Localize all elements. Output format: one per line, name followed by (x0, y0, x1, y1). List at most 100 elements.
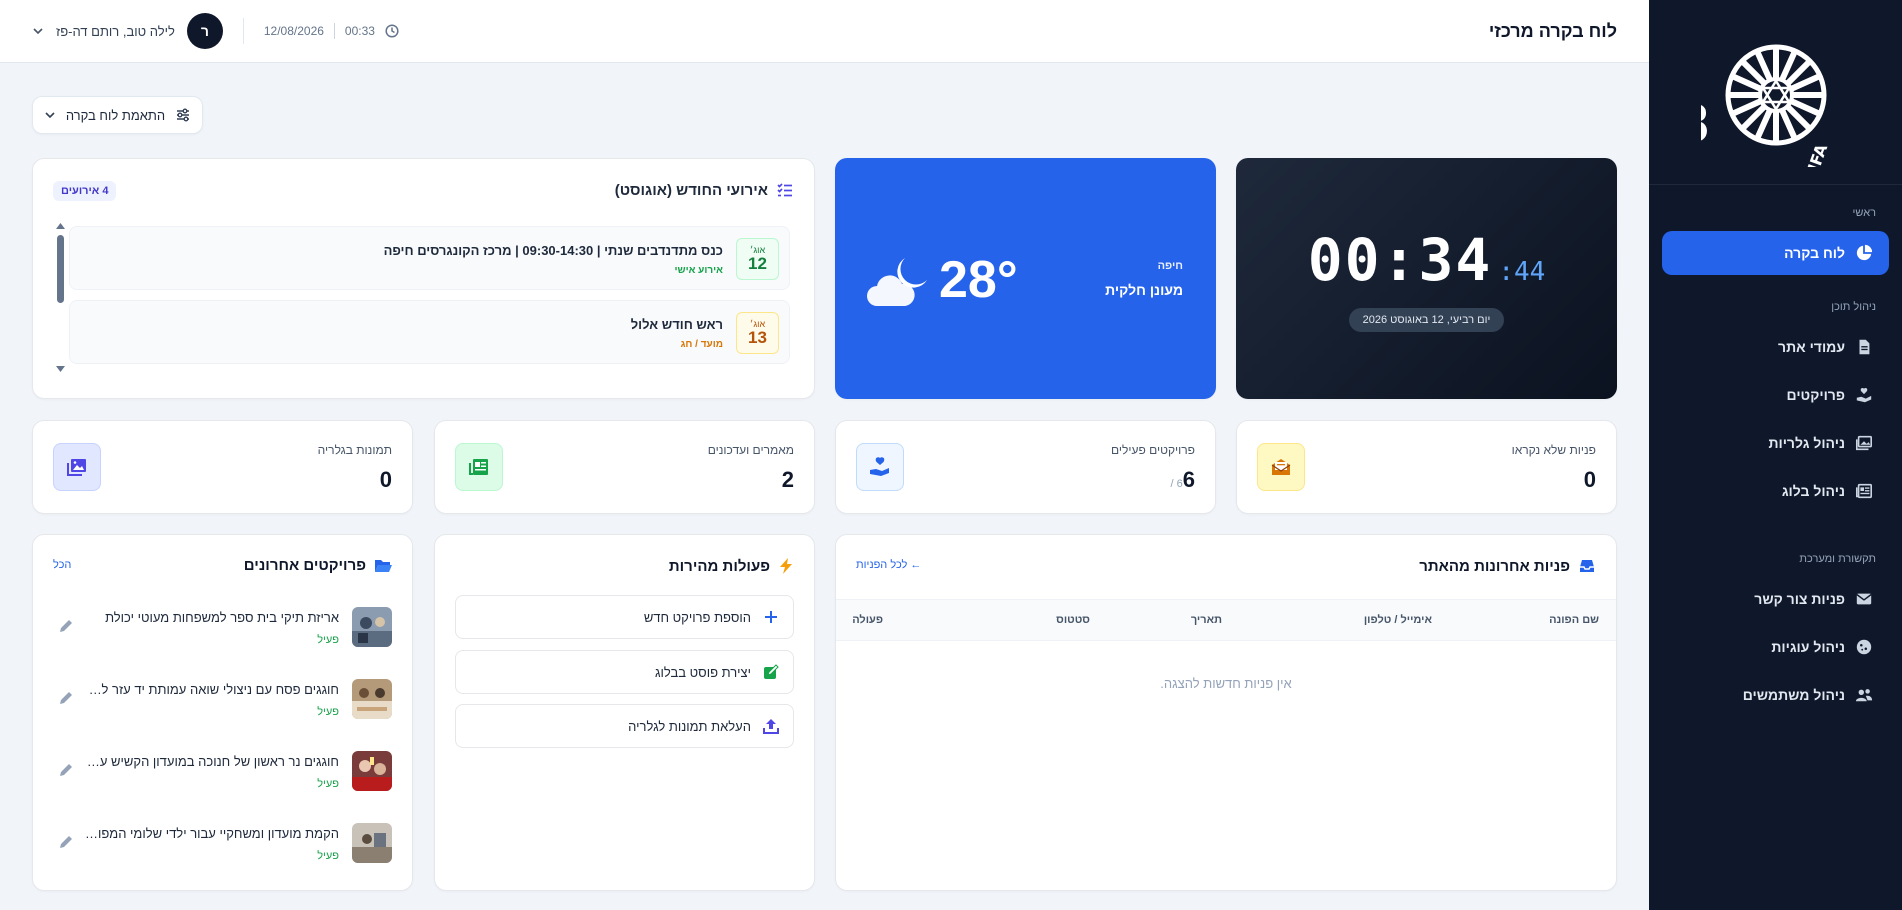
sidebar-item-blog[interactable]: ניהול בלוג (1662, 469, 1889, 513)
quick-action-label: העלאת תמונות לגלריה (628, 718, 751, 734)
stat-label: תמונות בגלריה (317, 443, 392, 457)
sidebar-item-cookies[interactable]: ניהול עוגיות (1662, 625, 1889, 669)
event-item[interactable]: אוג׳ 13 ראש חודש אלול מועד / חג (69, 300, 790, 364)
stat-value: 0 (379, 467, 392, 492)
stat-unread-messages[interactable]: פניות שלא נקראו 0 (1236, 420, 1617, 514)
stat-articles[interactable]: מאמרים ועדכונים 2 (434, 420, 815, 514)
clock-widget: 00:34 :44 יום רביעי, 12 באוגוסט 2026 (1236, 158, 1617, 399)
event-date-badge: אוג׳ 12 (736, 238, 779, 280)
avatar[interactable]: ר (186, 13, 223, 49)
quick-action-label: יצירת פוסט בבלוג (655, 664, 751, 680)
stat-active-projects[interactable]: פרויקטים פעילים / 66 (835, 420, 1216, 514)
project-thumbnail (352, 751, 392, 791)
stat-icon-box (455, 443, 503, 491)
event-date-badge: אוג׳ 13 (736, 312, 779, 354)
sidebar-section-system: תקשורת ומערכת (1799, 553, 1876, 565)
edit-pencil-icon[interactable] (57, 833, 75, 851)
column-header: תאריך (1190, 614, 1222, 626)
project-item[interactable]: חוגגים נר ראשון של חנוכה במועדון הקשיש ע… (53, 743, 392, 799)
folder-open-icon (375, 559, 392, 572)
create-blog-post-button[interactable]: יצירת פוסט בבלוג (455, 650, 794, 694)
events-scrollbar[interactable] (56, 223, 65, 373)
project-item[interactable]: חוגגים פסח עם ניצולי שואה עמותת יד עזר ל… (53, 671, 392, 727)
project-title: חוגגים פסח עם ניצולי שואה עמותת יד עזר ל… (84, 682, 339, 697)
event-title: כנס מתדנדבים שנתי | 09:30-14:30 | מרכז ה… (383, 243, 723, 258)
project-status: פעיל (317, 706, 339, 718)
project-thumbnail (352, 607, 392, 647)
logo[interactable]: 3 HAIFA (1649, 0, 1902, 185)
clock-icon (385, 24, 399, 38)
weather-widget: חיפה מעונן חלקית 28° (835, 158, 1216, 399)
sidebar-item-galleries[interactable]: ניהול גלריות (1662, 421, 1889, 465)
svg-text:HAIFA: HAIFA (1795, 141, 1831, 167)
users-icon (1855, 689, 1873, 702)
round-table-logo: 3 HAIFA (1701, 44, 1831, 167)
user-menu[interactable]: לילה טוב, רותם דה-פז ר (32, 13, 223, 49)
add-project-button[interactable]: הוספת פרויקט חדש (455, 595, 794, 639)
scroll-down-icon[interactable] (56, 366, 65, 373)
inbox-icon (1580, 560, 1594, 572)
project-title: אריזת תיקי בית ספר למשפחות מעוטי יכולת (105, 610, 339, 625)
project-status: פעיל (317, 778, 339, 790)
events-count-badge: 4 אירועים (53, 181, 117, 201)
sidebar-item-label: פניות צור קשר (1754, 591, 1845, 607)
event-day: 13 (748, 328, 767, 347)
sidebar-item-label: פרויקטים (1786, 387, 1845, 403)
stat-gallery-images[interactable]: תמונות בגלריה 0 (32, 420, 413, 514)
stat-value: 6 (1182, 467, 1195, 492)
big-clock: 00:34 :44 (1308, 226, 1546, 294)
messages-table-header: שם הפונה אימייל / טלפון תאריך סטטוס פעול… (836, 599, 1616, 641)
stat-label: פניות שלא נקראו (1511, 443, 1596, 457)
cookie-icon (1856, 639, 1872, 655)
scroll-up-icon[interactable] (56, 223, 65, 230)
upload-images-button[interactable]: העלאת תמונות לגלריה (455, 704, 794, 748)
all-projects-link[interactable]: הכל (53, 559, 71, 571)
sidebar-item-label: לוח בקרה (1784, 245, 1845, 261)
weather-temp: 28° (939, 251, 1018, 309)
projects-header: פרויקטים אחרונים (244, 557, 392, 574)
column-header: אימייל / טלפון (1363, 614, 1432, 626)
quick-actions-header: פעולות מהירות (669, 557, 794, 575)
project-thumbnail (352, 679, 392, 719)
divider (242, 18, 244, 44)
upload-icon (763, 719, 779, 734)
stat-icon-box (1257, 443, 1305, 491)
stat-icon-box (53, 443, 101, 491)
images-icon (67, 459, 86, 476)
project-thumbnail (352, 823, 392, 863)
lightning-icon (780, 558, 792, 574)
edit-pencil-icon[interactable] (57, 689, 75, 707)
sliders-icon (177, 108, 190, 122)
sidebar-item-dashboard[interactable]: לוח בקרה (1662, 231, 1889, 275)
event-item[interactable]: אוג׳ 12 כנס מתדנדבים שנתי | 09:30-14:30 … (69, 226, 790, 290)
sidebar-item-users[interactable]: ניהול משתמשים (1662, 673, 1889, 717)
scrollbar-thumb[interactable] (57, 235, 64, 303)
user-greeting: לילה טוב, רותם דה-פז (56, 23, 175, 39)
project-item[interactable]: הקמת מועדון ומשחקיי עבור ילדי שלומי המפו… (53, 815, 392, 871)
sidebar-item-pages[interactable]: עמודי אתר (1662, 325, 1889, 369)
stat-label: פרויקטים פעילים (1110, 443, 1195, 457)
quick-actions-title: פעולות מהירות (668, 557, 770, 575)
column-header: שם הפונה (1549, 614, 1599, 626)
project-title: הקמת מועדון ומשחקיי עבור ילדי שלומי המפו… (84, 826, 339, 841)
edit-pencil-icon[interactable] (57, 617, 75, 635)
empty-state: אין פניות חדשות להצגה. (1160, 676, 1292, 691)
all-messages-link[interactable]: ← לכל הפניות (856, 559, 921, 571)
customize-dashboard-button[interactable]: התאמת לוח בקרה (32, 96, 203, 134)
sidebar: 3 HAIFA ראשי לוח בקרה ניהול תוכן עמודי א… (1649, 0, 1902, 910)
recent-messages-card: פניות אחרונות מהאתר ← לכל הפניות שם הפונ… (835, 534, 1617, 891)
stat-value: 2 (781, 467, 794, 492)
events-title: אירועי החודש (אוגוסט) (614, 181, 768, 199)
project-title: חוגגים נר ראשון של חנוכה במועדון הקשיש ע… (84, 754, 339, 769)
edit-pencil-icon[interactable] (57, 761, 75, 779)
sidebar-item-contact[interactable]: פניות צור קשר (1662, 577, 1889, 621)
customize-label: התאמת לוח בקרה (65, 107, 166, 123)
projects-title: פרויקטים אחרונים (243, 557, 366, 574)
column-header: פעולה (852, 614, 883, 626)
clock-seconds: :44 (1498, 256, 1546, 287)
event-title: ראש חודש אלול (630, 317, 723, 332)
edit-square-icon (764, 664, 779, 679)
sidebar-item-projects[interactable]: פרויקטים (1662, 373, 1889, 417)
images-icon (1855, 435, 1873, 451)
project-item[interactable]: אריזת תיקי בית ספר למשפחות מעוטי יכולת פ… (53, 599, 392, 655)
